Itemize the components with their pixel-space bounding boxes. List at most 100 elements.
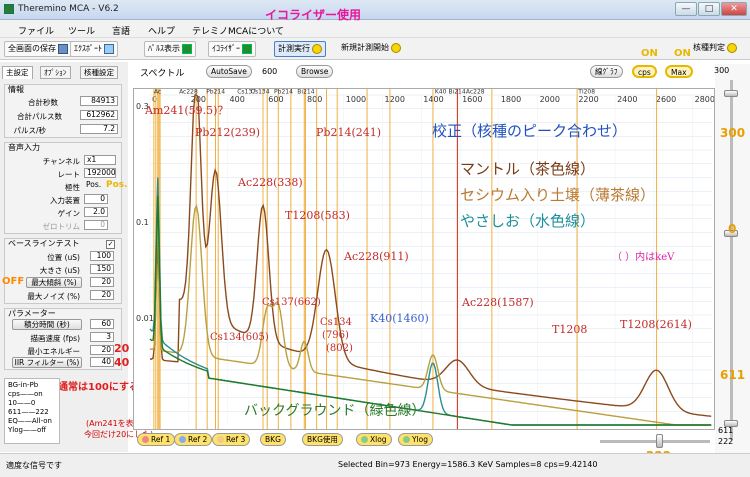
save-icon	[58, 43, 68, 54]
anno-cs137: Cs137(662)	[262, 297, 321, 308]
anno-tl208: T1208	[552, 323, 588, 336]
legend-background: バックグラウンド（緑色線）	[244, 403, 426, 419]
off-note: OFF	[2, 276, 25, 287]
note-40: 40	[114, 356, 130, 369]
status-details: Selected Bin=973 Energy=1586.3 KeV Sampl…	[338, 460, 598, 469]
note-300: 300	[720, 126, 746, 140]
draw-speed-field[interactable]: 3	[90, 332, 114, 342]
line-graph-toggle[interactable]: 線ｸﾞﾗﾌ	[590, 65, 623, 78]
series-soil	[149, 200, 712, 426]
zero-trim-field[interactable]: 0	[84, 220, 108, 230]
menu-help[interactable]: ヘルプ	[148, 24, 175, 37]
xlog-dot	[361, 436, 368, 443]
cps-on-label: ON	[641, 48, 658, 59]
x-tick-label: 1400	[423, 95, 443, 104]
slider-low-value-2: 222	[718, 437, 734, 446]
export-button[interactable]: ｴｸｽﾎﾟｰﾄ	[70, 41, 118, 57]
slider-low-value: 611	[718, 426, 734, 435]
parameters-title: パラメーター	[8, 309, 56, 318]
close-button[interactable]: ✕	[721, 2, 747, 16]
cps-toggle[interactable]: cps	[632, 65, 657, 78]
minimize-button[interactable]: —	[675, 2, 697, 16]
iir-filter-button[interactable]: IIR フィルター (%)	[12, 357, 82, 368]
x-tick-label: 2000	[540, 95, 560, 104]
marker-label: Pb214	[206, 89, 225, 96]
browse-button[interactable]: Browse	[296, 65, 334, 78]
rate-select[interactable]: 192000	[84, 168, 116, 178]
autosave-value: 600	[262, 67, 278, 76]
field-label: レート	[57, 170, 81, 179]
field-label: 最小エネルギー	[27, 347, 81, 356]
marker-label: Cs134	[251, 89, 270, 96]
nuclide-id-button[interactable]: 核種判定	[690, 41, 740, 57]
x-tick-label: 2800	[695, 95, 715, 104]
anno-tl208-583: T1208(583)	[285, 209, 350, 222]
iir-note: 通常は100にする	[58, 382, 139, 393]
tab-options[interactable]: ｵﾌﾟｼｮﾝ	[40, 66, 71, 79]
pulses-per-sec-value: 7.2	[80, 124, 118, 134]
slider-top-value: 300	[714, 66, 730, 75]
maximize-button[interactable]: □	[698, 2, 720, 16]
marker-label: K40	[435, 89, 447, 96]
tab-main-settings[interactable]: 主設定	[2, 66, 33, 79]
max-toggle[interactable]: Max	[665, 65, 693, 78]
x-tick-label: 1000	[346, 95, 366, 104]
tab-nuclide-settings[interactable]: 核種設定	[80, 66, 118, 79]
save-all-button[interactable]: 全画面の保存	[4, 41, 72, 57]
baseline-checkbox[interactable]: ✓	[106, 240, 115, 249]
slider-thumb[interactable]	[724, 90, 738, 97]
menu-about[interactable]: テレミノMCAについて	[192, 24, 284, 37]
spectrum-label: スペクトル	[140, 69, 185, 79]
marker-label: Tl208	[577, 89, 595, 96]
field-label: チャンネル	[42, 157, 80, 166]
legend-soil: セシウム入り土壌（薄茶線）	[460, 186, 656, 204]
menu-file[interactable]: ファイル	[18, 24, 54, 37]
anno-tl208-2614: T1208(2614)	[620, 318, 692, 331]
legend-yasashio: やさしお（水色線）	[460, 212, 596, 230]
x-tick-label: 1800	[501, 95, 521, 104]
equalizer-wave-icon	[242, 43, 252, 54]
pulse-display-button[interactable]: ﾊﾟﾙｽ表示	[144, 41, 196, 57]
marker-label: Ac228	[466, 89, 485, 96]
max-noise-field[interactable]: 20	[90, 290, 114, 300]
equalizer-callout: イコライザー使用	[265, 8, 362, 22]
info-label: 合計秒数	[28, 98, 58, 107]
anno-pb214: Pb214(241)	[316, 126, 382, 139]
gain-field[interactable]: 2.0	[84, 207, 108, 217]
x-tick-label: 1600	[462, 95, 482, 104]
position-field[interactable]: 100	[90, 251, 114, 261]
integration-time-button[interactable]: 積分時間 (秒)	[12, 319, 82, 330]
new-measurement-button[interactable]: 新規計測開始	[338, 41, 404, 57]
horizontal-slider-track[interactable]	[600, 440, 710, 443]
menu-tools[interactable]: ツール	[68, 24, 95, 37]
bkg-use-toggle[interactable]: BKG使用	[302, 433, 343, 446]
input-device-field[interactable]: 0	[84, 194, 108, 204]
ref3-toggle[interactable]: Ref 3	[212, 433, 251, 446]
info-title: 情報	[8, 85, 24, 94]
max-slope-button[interactable]: 最大傾斜 (%)	[26, 277, 82, 288]
max-slope-field[interactable]: 20	[90, 277, 114, 287]
bkg-button[interactable]: BKG	[260, 433, 286, 446]
channel-select[interactable]: x1	[84, 155, 116, 165]
run-measurement-button[interactable]: 計測実行	[274, 41, 326, 57]
size-field[interactable]: 150	[90, 264, 114, 274]
polarity-value[interactable]: Pos.	[84, 181, 104, 191]
menu-language[interactable]: 言語	[112, 24, 130, 37]
xlog-toggle[interactable]: Xlog	[356, 433, 392, 446]
legend-mantle: マントル（茶色線）	[460, 160, 596, 178]
polarity-note: Pos.	[106, 180, 128, 190]
iir-filter-field[interactable]: 40	[90, 357, 114, 367]
anno-calibration: 校正（核種のピーク合わせ）	[432, 122, 628, 140]
integration-time-field[interactable]: 60	[90, 319, 114, 329]
ref1-toggle[interactable]: Ref 1	[137, 433, 176, 446]
autosave-button[interactable]: AutoSave	[206, 65, 252, 78]
horizontal-slider-thumb[interactable]	[656, 434, 663, 448]
ylog-dot	[403, 436, 410, 443]
equalizer-button[interactable]: ｲｺﾗｲｻﾞｰ	[208, 41, 256, 57]
min-energy-field[interactable]: 20	[90, 345, 114, 355]
ylog-toggle[interactable]: Ylog	[398, 433, 434, 446]
ref2-toggle[interactable]: Ref 2	[174, 433, 213, 446]
x-tick-label: 400	[230, 95, 245, 104]
window-title: Theremino MCA - V6.2	[18, 4, 119, 14]
anno-am241: Am241(59.5)？	[145, 104, 229, 117]
